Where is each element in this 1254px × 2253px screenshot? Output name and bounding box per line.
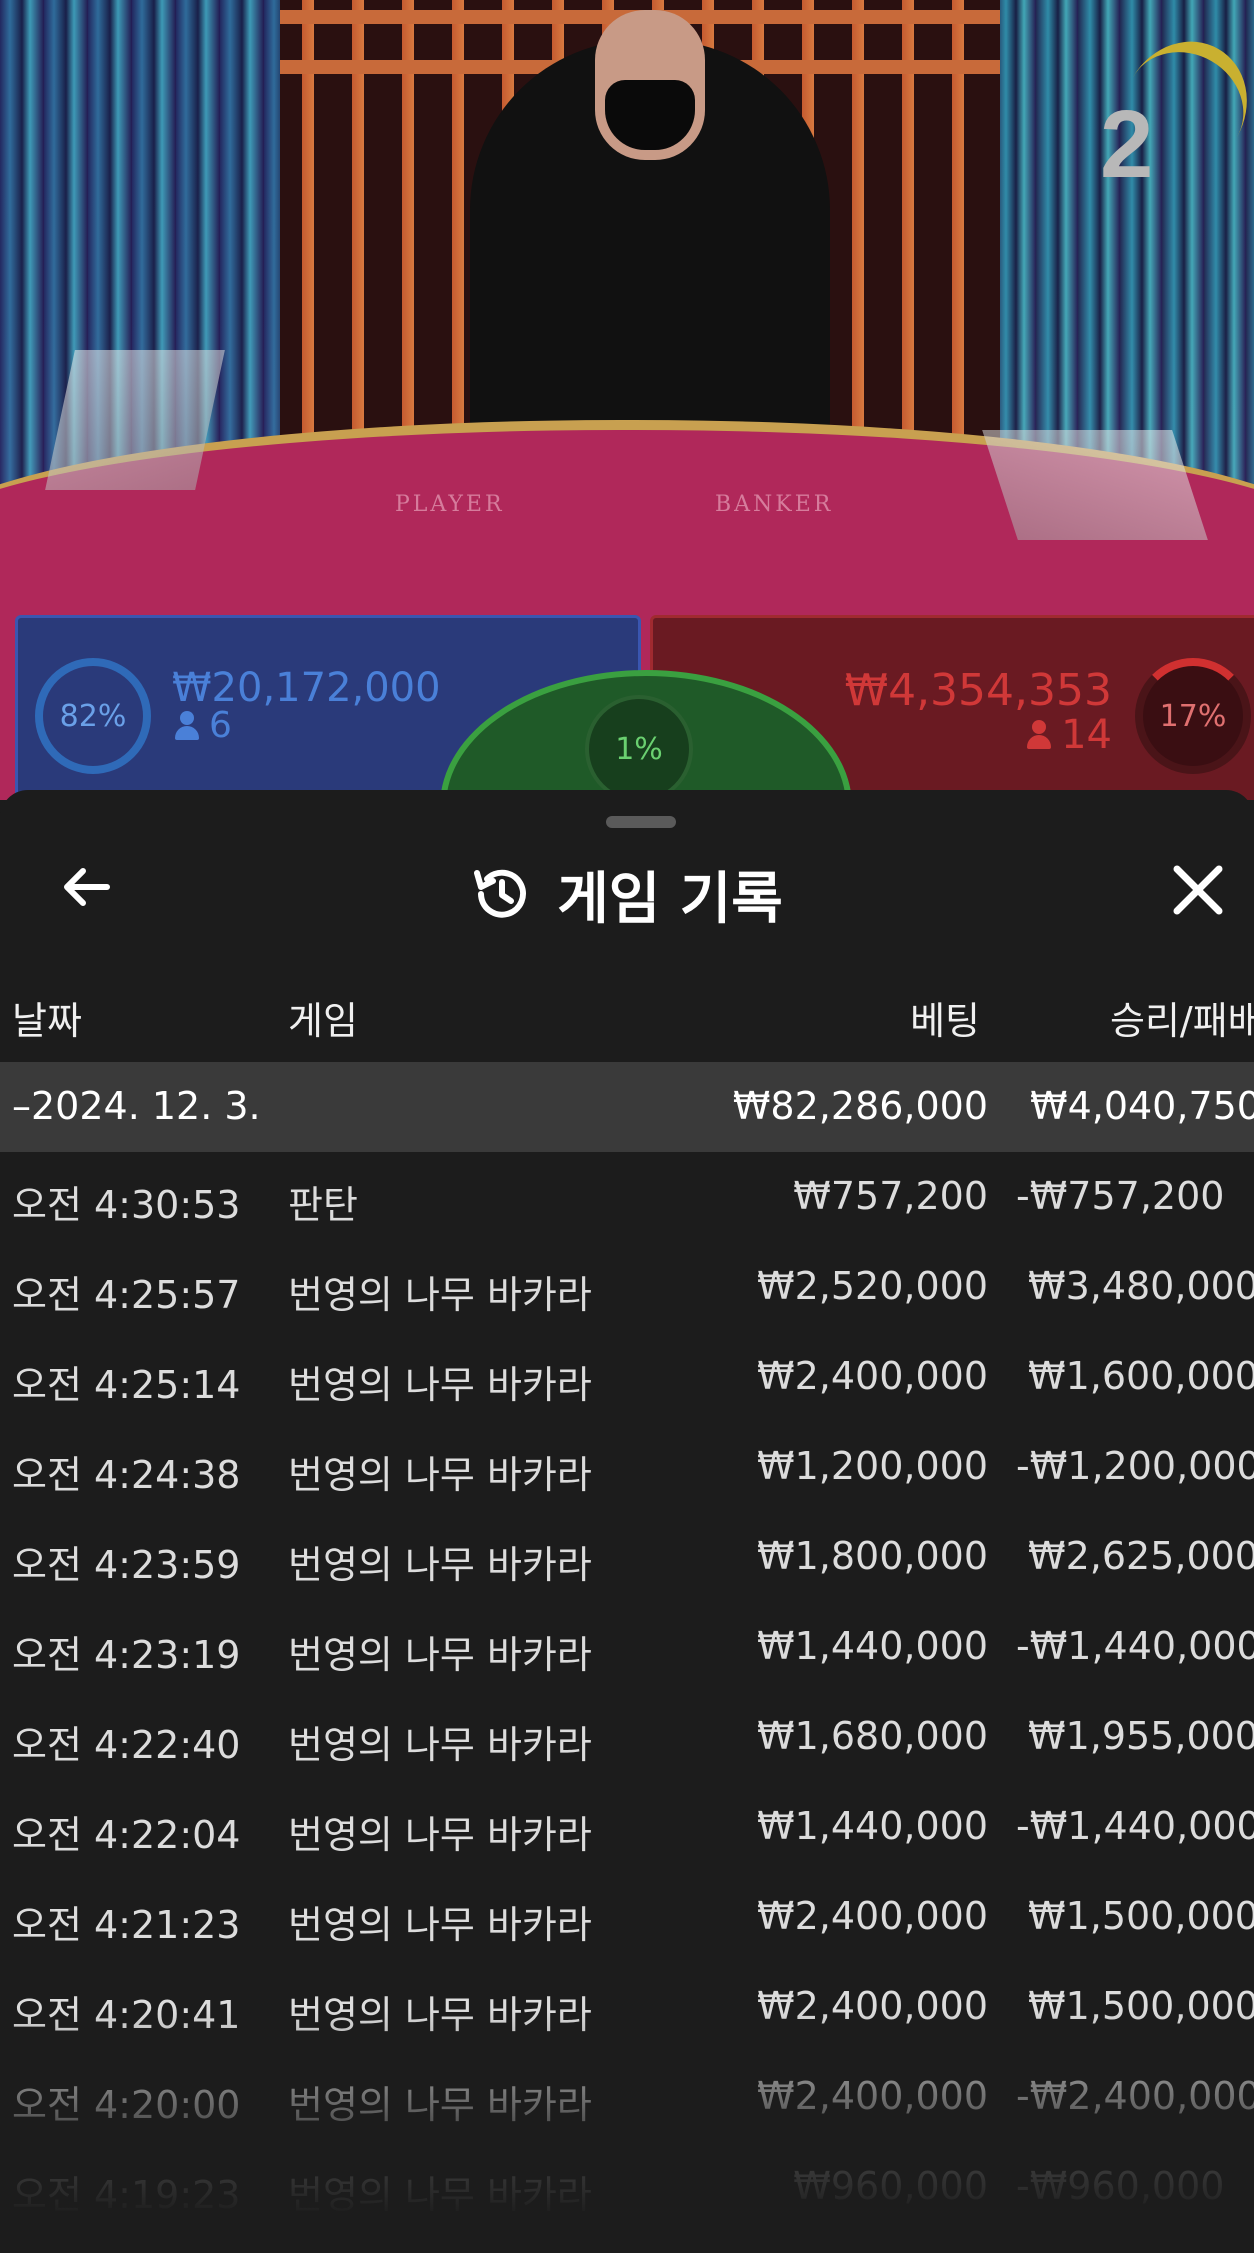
row-game: 번영의 나무 바카라 — [288, 1723, 592, 1767]
history-icon — [474, 869, 527, 918]
row-game: 번영의 나무 바카라 — [288, 1273, 592, 1317]
sheet-header: 게임 기록 — [0, 854, 1254, 934]
card-shoe-left — [45, 350, 225, 490]
close-button[interactable] — [1160, 852, 1236, 928]
sheet-title: 게임 기록 — [557, 866, 783, 932]
row-time: 오전 4:23:19 — [12, 1633, 241, 1677]
row-bet: ₩1,440,000 — [757, 1804, 988, 1848]
row-bet: ₩960,000 — [793, 2164, 988, 2208]
column-header-date: 날짜 — [12, 999, 82, 1043]
row-game: 번영의 나무 바카라 — [288, 1633, 592, 1677]
row-game: 번영의 나무 바카라 — [288, 1363, 592, 1407]
table-row[interactable]: 오전 4:23:59 번영의 나무 바카라 ₩1,800,000 ₩2,625,000 — [0, 1512, 1254, 1602]
card-shoe-right — [982, 430, 1208, 540]
table-row[interactable]: 오전 4:25:57 번영의 나무 바카라 ₩2,520,000 ₩3,480,000 — [0, 1242, 1254, 1332]
row-time: 오전 4:25:57 — [12, 1273, 241, 1317]
row-bet: ₩1,800,000 — [757, 1534, 988, 1578]
row-game: 번영의 나무 바카라 — [288, 2173, 592, 2217]
row-game: 번영의 나무 바카라 — [288, 1903, 592, 1947]
row-result: ₩3,480,000 — [1028, 1264, 1254, 1308]
close-icon — [1173, 865, 1223, 915]
player-percent-ring: 82% — [35, 658, 151, 774]
game-history-sheet: 게임 기록 날짜 게임 베팅 승리/패배 –2024. 12. 3. ₩82,2… — [0, 790, 1254, 2253]
row-game: 판탄 — [288, 1183, 358, 1227]
table-row[interactable]: 오전 4:24:38 번영의 나무 바카라 ₩1,200,000 -₩1,200,00… — [0, 1422, 1254, 1512]
row-bet: ₩757,200 — [793, 1174, 988, 1218]
row-game: 번영의 나무 바카라 — [288, 2083, 592, 2127]
banker-bettor-count-value: 14 — [1061, 712, 1112, 758]
history-list: 오전 4:30:53 판탄 ₩757,200 -₩757,200 오전 4:25:57 번… — [0, 1152, 1254, 2232]
row-result: -₩1,440,000 — [1016, 1624, 1254, 1668]
row-result: ₩2,625,000 — [1028, 1534, 1254, 1578]
dealer-mask — [605, 80, 695, 150]
row-result: -₩960,000 — [1016, 2164, 1225, 2208]
row-time: 오전 4:20:00 — [12, 2083, 241, 2127]
live-video-stream: PLAYER BANKER 2 82% ₩20,172,000 6 1% ₩4,… — [0, 0, 1254, 800]
row-bet: ₩1,440,000 — [757, 1624, 988, 1668]
row-bet: ₩1,680,000 — [757, 1714, 988, 1758]
day-summary-row[interactable]: –2024. 12. 3. ₩82,286,000 ₩4,040,750 — [0, 1062, 1254, 1152]
table-label-player: PLAYER — [395, 492, 505, 517]
table-row[interactable]: 오전 4:20:41 번영의 나무 바카라 ₩2,400,000 ₩1,500,000 — [0, 1962, 1254, 2052]
row-bet: ₩2,400,000 — [757, 1894, 988, 1938]
row-game: 번영의 나무 바카라 — [288, 1543, 592, 1587]
row-time: 오전 4:23:59 — [12, 1543, 241, 1587]
row-game: 번영의 나무 바카라 — [288, 1993, 592, 2037]
table-row[interactable]: 오전 4:23:19 번영의 나무 바카라 ₩1,440,000 -₩1,440,00… — [0, 1602, 1254, 1692]
table-row[interactable]: 오전 4:21:23 번영의 나무 바카라 ₩2,400,000 ₩1,500,000 — [0, 1872, 1254, 1962]
row-result: ₩1,600,000 — [1028, 1354, 1254, 1398]
row-bet: ₩1,200,000 — [757, 1444, 988, 1488]
summary-result: ₩4,040,750 — [1030, 1084, 1254, 1128]
row-result: ₩1,500,000 — [1028, 1894, 1254, 1938]
row-time: 오전 4:21:23 — [12, 1903, 241, 1947]
row-time: 오전 4:30:53 — [12, 1183, 241, 1227]
table-row[interactable]: 오전 4:25:14 번영의 나무 바카라 ₩2,400,000 ₩1,600,000 — [0, 1332, 1254, 1422]
player-bettor-count-value: 6 — [209, 705, 232, 746]
row-result: -₩2,400,000 — [1016, 2074, 1254, 2118]
player-percent: 82% — [59, 698, 127, 734]
row-time: 오전 4:22:04 — [12, 1813, 241, 1857]
summary-date: –2024. 12. 3. — [12, 1084, 261, 1128]
summary-bet: ₩82,286,000 — [732, 1084, 988, 1128]
player-bettor-count: 6 — [175, 705, 232, 746]
tie-percent-ring: 1% — [585, 695, 693, 800]
row-result: -₩1,440,000 — [1016, 1804, 1254, 1848]
person-icon — [175, 710, 199, 741]
row-result: ₩1,500,000 — [1028, 1984, 1254, 2028]
column-header-result: 승리/패배 — [1110, 999, 1254, 1043]
banker-bettor-count: 14 — [1027, 712, 1112, 758]
table-row[interactable]: 오전 4:30:53 판탄 ₩757,200 -₩757,200 — [0, 1152, 1254, 1242]
row-game: 번영의 나무 바카라 — [288, 1453, 592, 1497]
column-header-bet: 베팅 — [910, 999, 980, 1043]
table-label-banker: BANKER — [715, 492, 834, 517]
row-result: ₩1,955,000 — [1028, 1714, 1254, 1758]
column-header-game: 게임 — [288, 999, 358, 1043]
row-bet: ₩2,520,000 — [757, 1264, 988, 1308]
table-row[interactable]: 오전 4:19:23 번영의 나무 바카라 ₩960,000 -₩960,000 — [0, 2142, 1254, 2232]
table-row[interactable]: 오전 4:20:00 번영의 나무 바카라 ₩2,400,000 -₩2,400,00… — [0, 2052, 1254, 2142]
tie-percent: 1% — [615, 731, 663, 767]
row-result: -₩1,200,000 — [1016, 1444, 1254, 1488]
table-row[interactable]: 오전 4:22:40 번영의 나무 바카라 ₩1,680,000 ₩1,955,000 — [0, 1692, 1254, 1782]
sheet-drag-handle[interactable] — [606, 816, 676, 828]
row-result: -₩757,200 — [1016, 1174, 1225, 1218]
row-bet: ₩2,400,000 — [757, 2074, 988, 2118]
banker-bet-amount: ₩4,354,353 — [844, 665, 1112, 716]
row-bet: ₩2,400,000 — [757, 1984, 988, 2028]
row-time: 오전 4:24:38 — [12, 1453, 241, 1497]
row-time: 오전 4:20:41 — [12, 1993, 241, 2037]
row-time: 오전 4:19:23 — [12, 2173, 241, 2217]
banker-percent-ring: 17% — [1135, 658, 1251, 774]
round-number: 2 — [1100, 91, 1154, 198]
row-time: 오전 4:25:14 — [12, 1363, 241, 1407]
person-icon — [1027, 720, 1052, 750]
table-row[interactable]: 오전 4:22:04 번영의 나무 바카라 ₩1,440,000 -₩1,440,00… — [0, 1782, 1254, 1872]
row-time: 오전 4:22:40 — [12, 1723, 241, 1767]
row-game: 번영의 나무 바카라 — [288, 1813, 592, 1857]
banker-percent: 17% — [1159, 698, 1227, 734]
row-bet: ₩2,400,000 — [757, 1354, 988, 1398]
